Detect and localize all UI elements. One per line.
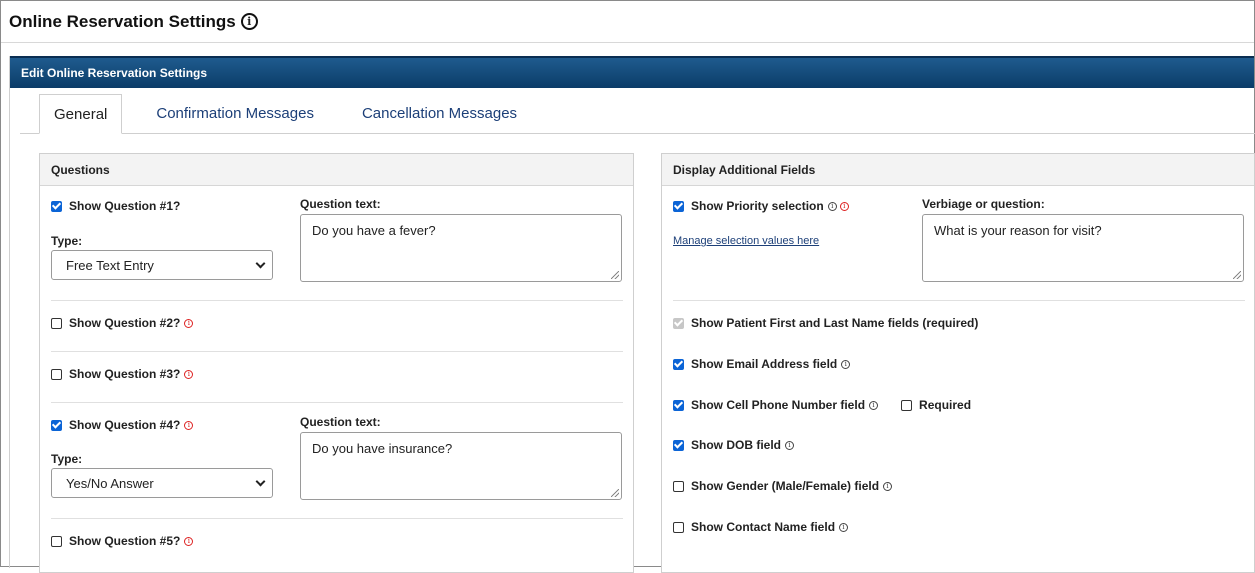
dob-label: Show DOB field (691, 438, 781, 452)
question-1-text-value: Do you have a fever? (312, 223, 436, 238)
question-1-row: Show Question #1? (51, 199, 180, 213)
divider (51, 300, 623, 301)
question-4-type-label: Type: (51, 452, 83, 466)
email-row: Show Email Address field i (673, 357, 851, 371)
page-header: Online Reservation Settings i (1, 1, 1254, 43)
question-5-checkbox[interactable] (51, 535, 62, 547)
question-3-row: Show Question #3? i (51, 367, 194, 381)
chevron-down-icon (255, 476, 266, 487)
tab-confirmation-messages[interactable]: Confirmation Messages (142, 94, 328, 133)
question-2-row: Show Question #2? i (51, 316, 194, 330)
verbiage-label: Verbiage or question: (922, 197, 1045, 211)
cell-phone-row: Show Cell Phone Number field i Required (673, 398, 971, 412)
cell-phone-required-checkbox[interactable] (901, 399, 913, 411)
warning-info-icon[interactable]: i (184, 536, 194, 546)
question-4-text-label: Question text: (300, 415, 381, 429)
tab-cancellation-messages[interactable]: Cancellation Messages (348, 94, 531, 133)
info-icon[interactable]: i (827, 201, 837, 211)
question-1-type-label: Type: (51, 234, 83, 248)
question-4-type-select[interactable]: Yes/No Answer (51, 468, 273, 498)
question-1-label: Show Question #1? (69, 199, 181, 213)
questions-header: Questions (40, 154, 633, 186)
patient-name-row: Show Patient First and Last Name fields … (673, 316, 978, 330)
info-icon[interactable]: i (841, 359, 851, 369)
manage-selection-values-link[interactable]: Manage selection values here (673, 235, 819, 247)
cell-phone-required-label: Required (919, 398, 972, 412)
verbiage-input[interactable]: What is your reason for visit? (922, 214, 1244, 282)
warning-info-icon[interactable]: i (839, 201, 849, 211)
contact-name-checkbox[interactable] (673, 521, 684, 533)
cell-phone-checkbox[interactable] (673, 399, 684, 411)
additional-fields-box: Display Additional Fields Show Priority … (661, 153, 1255, 573)
question-2-checkbox[interactable] (51, 317, 62, 329)
warning-info-icon[interactable]: i (184, 318, 194, 328)
dob-row: Show DOB field i (673, 438, 794, 452)
additional-fields-header: Display Additional Fields (662, 154, 1254, 186)
resize-handle-icon[interactable] (611, 271, 619, 279)
question-3-label: Show Question #3? (69, 367, 181, 381)
warning-info-icon[interactable]: i (184, 420, 194, 430)
cell-phone-label: Show Cell Phone Number field (691, 398, 866, 412)
gender-label: Show Gender (Male/Female) field (691, 479, 880, 493)
contact-name-row: Show Contact Name field i (673, 520, 849, 534)
resize-handle-icon[interactable] (611, 489, 619, 497)
info-icon[interactable]: i (883, 481, 893, 491)
tab-general[interactable]: General (39, 94, 123, 134)
question-4-type-value: Yes/No Answer (66, 475, 154, 491)
info-icon[interactable]: i (785, 440, 794, 450)
info-icon[interactable]: i (240, 13, 258, 30)
divider (51, 402, 623, 403)
question-1-checkbox[interactable] (51, 200, 62, 212)
verbiage-value: What is your reason for visit? (934, 223, 1102, 238)
panel-header: Edit Online Reservation Settings (10, 56, 1254, 88)
question-1-text-input[interactable]: Do you have a fever? (300, 214, 622, 282)
divider (51, 351, 623, 352)
email-checkbox[interactable] (673, 358, 684, 370)
gender-row: Show Gender (Male/Female) field i (673, 479, 893, 493)
patient-name-label: Show Patient First and Last Name fields … (691, 316, 979, 330)
gender-checkbox[interactable] (673, 480, 684, 492)
resize-handle-icon[interactable] (1233, 271, 1241, 279)
chevron-down-icon (255, 258, 266, 269)
question-1-type-select[interactable]: Free Text Entry (51, 250, 273, 280)
priority-checkbox[interactable] (673, 200, 684, 212)
question-4-text-value: Do you have insurance? (312, 441, 453, 456)
window-frame: Online Reservation Settings i Edit Onlin… (0, 0, 1255, 573)
info-icon[interactable]: i (869, 400, 879, 410)
contact-name-label: Show Contact Name field (691, 520, 836, 534)
question-1-type-value: Free Text Entry (66, 257, 154, 273)
info-icon[interactable]: i (839, 522, 849, 532)
dob-checkbox[interactable] (673, 439, 684, 451)
patient-name-checkbox (673, 317, 684, 329)
question-4-row: Show Question #4? i (51, 418, 194, 432)
warning-info-icon[interactable]: i (184, 369, 194, 379)
page-title: Online Reservation Settings (9, 11, 236, 31)
question-5-label: Show Question #5? (69, 534, 181, 548)
divider (51, 518, 623, 519)
question-4-checkbox[interactable] (51, 419, 62, 431)
question-2-label: Show Question #2? (69, 316, 181, 330)
question-3-checkbox[interactable] (51, 368, 62, 380)
priority-row: Show Priority selection i i (673, 199, 849, 213)
email-label: Show Email Address field (691, 357, 838, 371)
priority-label: Show Priority selection (691, 199, 824, 213)
questions-box: Questions Show Question #1? Question tex… (39, 153, 634, 573)
tab-bar: General Confirmation Messages Cancellati… (20, 94, 1255, 134)
question-4-text-input[interactable]: Do you have insurance? (300, 432, 622, 500)
edit-panel: Edit Online Reservation Settings General… (9, 56, 1255, 573)
divider (673, 300, 1245, 301)
question-5-row: Show Question #5? i (51, 534, 194, 548)
question-1-text-label: Question text: (300, 197, 381, 211)
question-4-label: Show Question #4? (69, 418, 181, 432)
